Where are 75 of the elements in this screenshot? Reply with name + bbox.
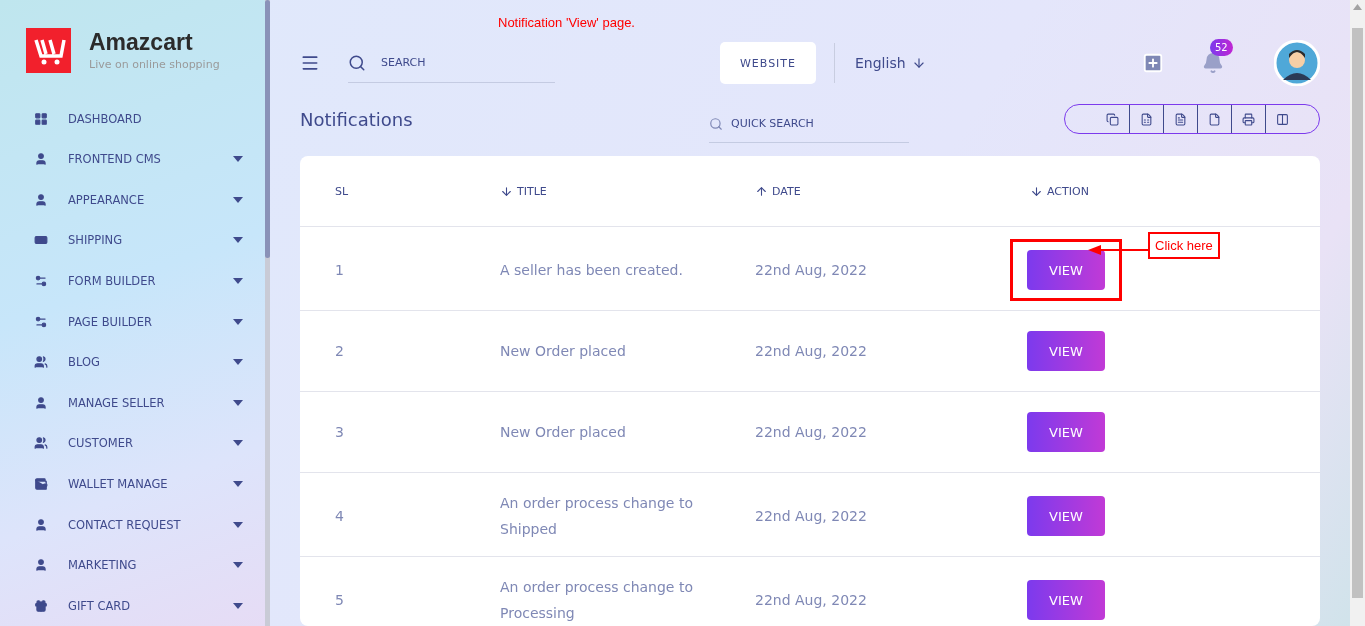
table-cell-text: 3 [335, 423, 345, 442]
sort-up-icon [755, 184, 768, 198]
view-button[interactable]: VIEW [1027, 412, 1105, 452]
table-cell-text: 1 [335, 261, 345, 280]
column-header[interactable]: TITLE [500, 184, 755, 198]
language-dropdown[interactable]: English [855, 55, 926, 71]
page-title: Notifications [300, 108, 414, 130]
sidebar-item[interactable]: MARKETING [0, 544, 265, 586]
sidebar-item[interactable]: CONTACT REQUEST [0, 504, 265, 545]
users-icon [34, 436, 48, 451]
user-icon [34, 395, 48, 410]
user-icon [34, 192, 48, 207]
notification-button[interactable] [1202, 52, 1224, 74]
document-icon [1174, 112, 1187, 126]
sidebar-item[interactable]: FRONTEND CMS [0, 138, 265, 180]
grid-icon [34, 111, 48, 126]
table-cell-text: 4 [335, 507, 345, 526]
sidebar-item[interactable]: CUSTOMER [0, 423, 265, 464]
sidebar-item[interactable]: DASHBOARD [0, 98, 265, 139]
table-cell-text: 22nd Aug, 2022 [755, 261, 868, 280]
avatar-icon[interactable] [1274, 40, 1320, 86]
sidebar-item[interactable]: BLOG [0, 341, 265, 383]
user-icon [34, 517, 48, 532]
column-header[interactable]: DATE [755, 184, 1030, 198]
annotation-callout: Click here [1148, 232, 1220, 259]
sidebar-item[interactable]: GIFT CARD [0, 585, 265, 626]
search-icon [348, 54, 366, 72]
table-cell-text: 22nd Aug, 2022 [755, 591, 868, 610]
search-icon [709, 117, 723, 131]
sidebar-item[interactable]: APPEARANCE [0, 179, 265, 221]
sidebar-item[interactable]: MANAGE SELLER [0, 382, 265, 424]
user-icon [34, 152, 48, 167]
table-cell-text: A seller has been created. [500, 261, 684, 280]
view-button[interactable]: VIEW [1027, 496, 1105, 536]
table-cell-text: New Order placed [500, 423, 627, 442]
brand-tagline: Live on online shopping [89, 58, 220, 72]
menu-button[interactable] [300, 53, 320, 73]
sidebar-item[interactable]: FORM BUILDER [0, 260, 265, 302]
spreadsheet-icon [1140, 112, 1153, 126]
file-icon [1208, 112, 1221, 126]
add-button[interactable] [1142, 52, 1164, 74]
sidebar-item[interactable]: SHIPPING [0, 220, 265, 261]
view-button[interactable]: VIEW [1027, 580, 1105, 620]
scrollbar-thumb[interactable] [1352, 28, 1363, 598]
quick-search-field[interactable]: QUICK SEARCH [709, 105, 909, 143]
users-icon [34, 355, 48, 370]
table-cell-text: 2 [335, 342, 345, 361]
sort-down-icon [500, 184, 513, 198]
gift-icon [34, 598, 48, 613]
copy-icon [1105, 112, 1119, 126]
table-cell-text: 22nd Aug, 2022 [755, 342, 868, 361]
brand-name: Amazcart [89, 29, 194, 57]
wallet-icon [34, 476, 48, 491]
column-header[interactable]: SL [335, 184, 500, 198]
sort-down-icon [1030, 184, 1043, 198]
view-button[interactable]: VIEW [1027, 331, 1105, 371]
view-button[interactable]: VIEW [1027, 250, 1105, 290]
table-cell-text: 5 [335, 591, 345, 610]
printer-icon [1242, 112, 1255, 126]
table-cell-text: 22nd Aug, 2022 [755, 507, 868, 526]
website-button[interactable]: WEBSITE [720, 42, 816, 84]
column-header[interactable]: ACTION [1030, 184, 1320, 198]
table-cell-text: An order process change to Shipped [500, 494, 694, 539]
notification-badge: 52 [1210, 39, 1233, 56]
table-cell-text: An order process change to Processing [500, 578, 694, 623]
table-cell-text: New Order placed [500, 342, 627, 361]
logo-icon [26, 27, 71, 73]
columns-icon [1276, 112, 1289, 126]
scrollbar-thumb[interactable] [265, 0, 270, 258]
sidebar-item[interactable]: PAGE BUILDER [0, 301, 265, 342]
sidebar-item[interactable]: WALLET MANAGE [0, 463, 265, 505]
user-icon [34, 558, 48, 573]
search-field[interactable]: SEARCH [348, 43, 555, 83]
annotation-caption: Notification 'View' page. [498, 15, 635, 30]
table-cell-text: 22nd Aug, 2022 [755, 423, 868, 442]
